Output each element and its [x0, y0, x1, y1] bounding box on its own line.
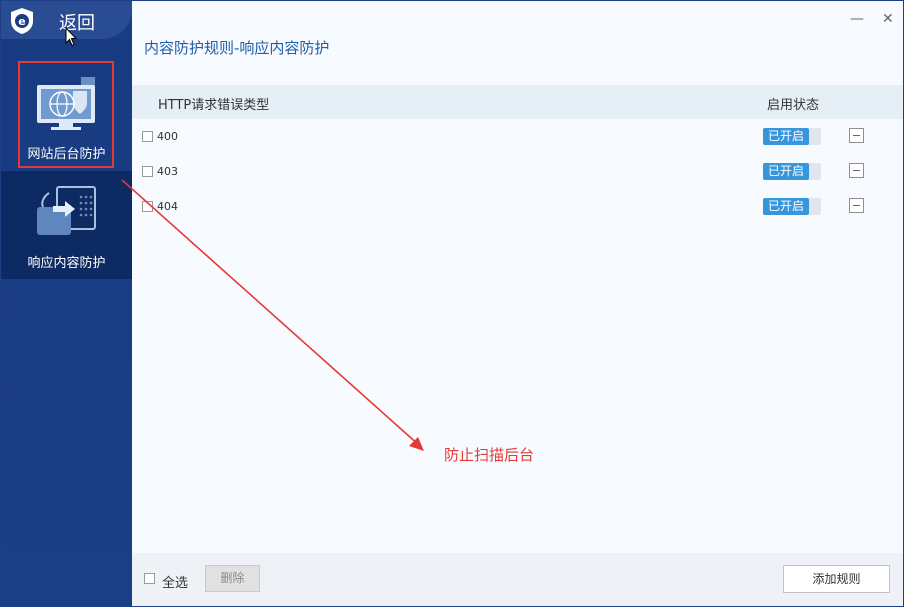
annotation-arrow: [121, 179, 424, 451]
annotation-label: 防止扫描后台: [444, 446, 535, 464]
